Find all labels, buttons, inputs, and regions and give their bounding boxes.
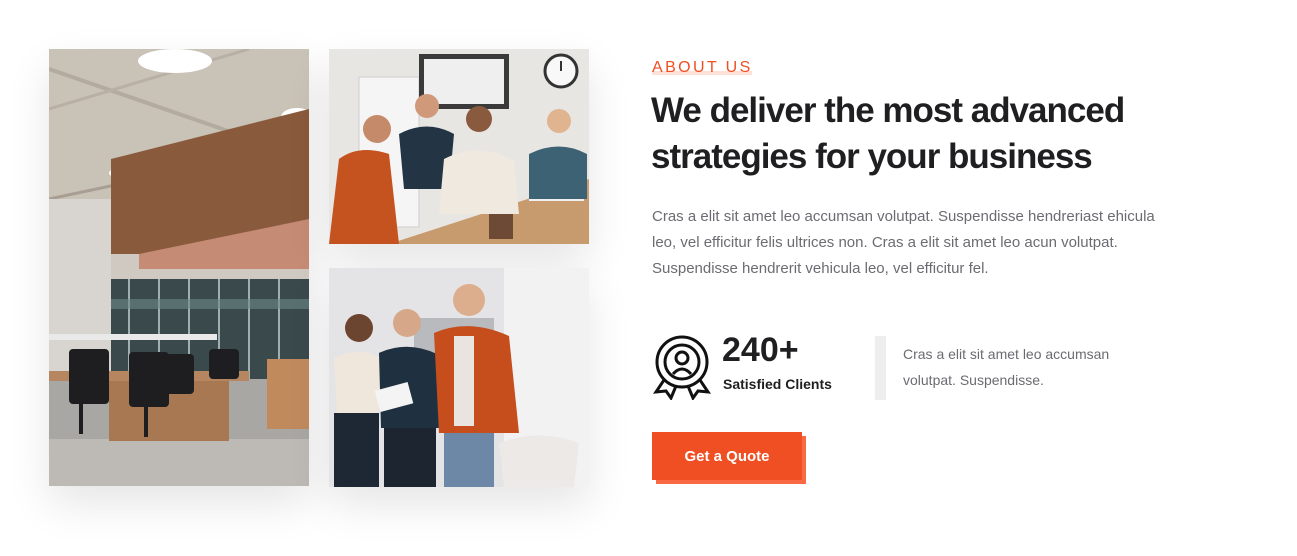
stat-divider <box>875 336 886 400</box>
headline-line-2: strategies for your business <box>651 137 1093 176</box>
stat-label: Satisfied Clients <box>723 376 832 392</box>
office-interior-photo <box>49 49 309 486</box>
section-description: Cras a elit sit amet leo accumsan volutp… <box>652 208 1155 277</box>
section-eyebrow: ABOUT US <box>652 59 753 76</box>
team-meeting-photo <box>329 49 589 244</box>
team-standing-photo <box>329 268 589 487</box>
stat-note: Cras a elit sit amet leo accumsan volutp… <box>903 346 1110 388</box>
get-a-quote-button[interactable]: Get a Quote <box>652 432 802 480</box>
stat-number: 240+ <box>722 331 799 369</box>
headline-line-1: We deliver the most advanced <box>651 91 1125 130</box>
section-headline: We deliver the most advanced strategies … <box>651 88 1211 180</box>
award-ribbon-icon <box>652 334 716 402</box>
